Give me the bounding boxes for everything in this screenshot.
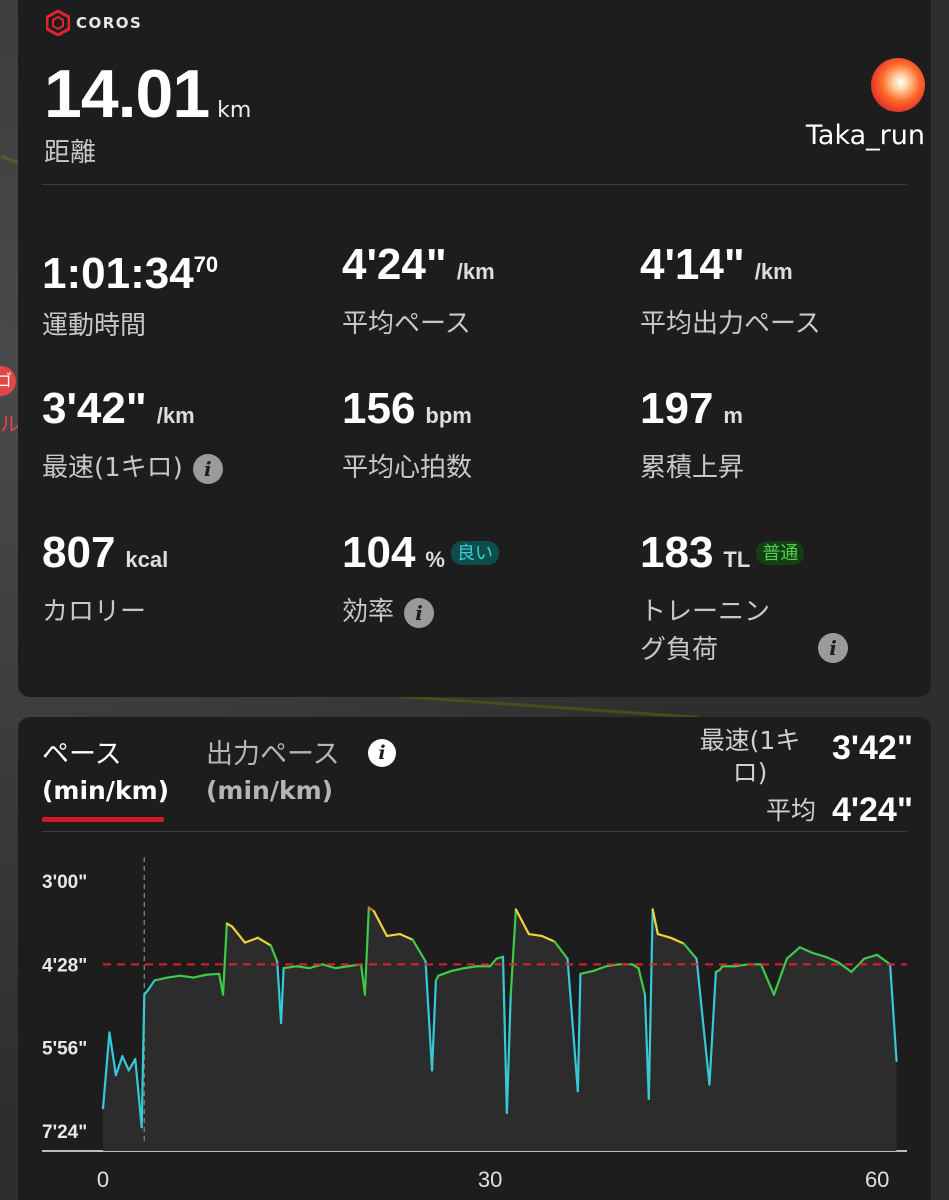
duration-label: 運動時間 <box>42 311 147 341</box>
calories-value: 807 <box>42 528 116 577</box>
metric-calories: 807 kcal カロリー <box>42 528 168 628</box>
metric-avg-hr: 156 bpm 平均心拍数 <box>342 384 472 484</box>
x-tick-label: 30 <box>478 1167 502 1192</box>
efficiency-label: 効率 <box>342 597 395 627</box>
pace-segment <box>205 972 221 976</box>
pace-chart[interactable]: 3'00" 4'28" 5'56" 7'24" 0 30 60 <box>18 717 931 1200</box>
avg-power-pace-label: 平均出力ペース <box>640 309 821 339</box>
elevation-value: 197 <box>640 384 714 433</box>
metric-avg-power-pace: 4'14" /km 平均出力ペース <box>640 240 821 340</box>
efficiency-unit: % <box>425 547 445 572</box>
y-tick-label: 7'24" <box>42 1122 87 1143</box>
training-load-label-row: グ負荷 i <box>640 631 848 669</box>
duration-fraction: 70 <box>193 252 219 277</box>
duration-value: 1:01:34 <box>42 249 194 298</box>
training-load-label-1: トレーニン <box>640 597 771 627</box>
avg-hr-unit: bpm <box>425 403 472 428</box>
training-load-label-2: グ負荷 <box>640 635 719 665</box>
avg-hr-label: 平均心拍数 <box>342 453 473 483</box>
pace-chart-card: ペース (min/km) 出力ペース (min/km) i 最速(1キ ロ) 3… <box>18 717 931 1200</box>
calories-label: カロリー <box>42 597 147 627</box>
y-tick-label: 4'28" <box>42 955 87 976</box>
distance-block: 14.01 km 距離 <box>44 60 251 169</box>
training-load-unit: TL <box>723 547 751 572</box>
fastest-km-value: 3'42" <box>42 384 147 433</box>
coros-logo-icon <box>46 10 70 36</box>
distance-label: 距離 <box>44 138 97 168</box>
training-load-value: 183 <box>640 528 714 577</box>
calories-unit: kcal <box>125 547 169 572</box>
efficiency-value: 104 <box>342 528 416 577</box>
training-load-badge: 普通 <box>756 541 805 565</box>
efficiency-badge: 良い <box>450 541 499 565</box>
info-icon[interactable]: i <box>404 597 435 628</box>
elevation-label: 累積上昇 <box>640 453 745 483</box>
avg-pace-value: 4'24" <box>342 240 447 289</box>
avatar[interactable] <box>871 58 925 112</box>
username: Taka_run <box>805 120 925 151</box>
metric-efficiency: 104% 良い 効率 i <box>342 528 499 628</box>
coros-logo: COROS <box>46 10 142 36</box>
metric-training-load: 183 TL 普通 トレーニン グ負荷 i <box>640 528 848 669</box>
avg-pace-unit: /km <box>456 259 495 284</box>
summary-card: COROS 14.01 km 距離 Taka_run 1:01:3470 運動時間… <box>18 0 931 697</box>
info-icon[interactable]: i <box>818 633 848 663</box>
divider <box>42 184 907 185</box>
distance-unit: km <box>217 98 252 123</box>
y-tick-label: 5'56" <box>42 1039 87 1060</box>
metric-duration: 1:01:3470 運動時間 <box>42 240 218 342</box>
avg-power-pace-value: 4'14" <box>640 240 745 289</box>
x-tick-label: 0 <box>97 1167 109 1192</box>
brand-name: COROS <box>76 14 143 32</box>
x-tick-label: 60 <box>865 1167 889 1192</box>
y-tick-label: 3'00" <box>42 872 87 893</box>
elevation-unit: m <box>723 403 743 428</box>
avg-power-pace-unit: /km <box>754 259 793 284</box>
metric-fastest-km: 3'42" /km 最速(1キロ) i <box>42 384 223 484</box>
metric-avg-pace: 4'24" /km 平均ペース <box>342 240 495 340</box>
avg-hr-value: 156 <box>342 384 416 433</box>
info-icon[interactable]: i <box>192 453 223 484</box>
avg-pace-label: 平均ペース <box>342 309 471 339</box>
pace-area <box>103 907 897 1151</box>
metric-elevation-gain: 197 m 累積上昇 <box>640 384 744 484</box>
fastest-km-label: 最速(1キロ) <box>42 453 183 483</box>
map-label: ル <box>0 412 20 436</box>
user-profile[interactable]: Taka_run <box>806 58 925 151</box>
fastest-km-unit: /km <box>156 403 195 428</box>
distance-value: 14.01 <box>44 56 210 132</box>
